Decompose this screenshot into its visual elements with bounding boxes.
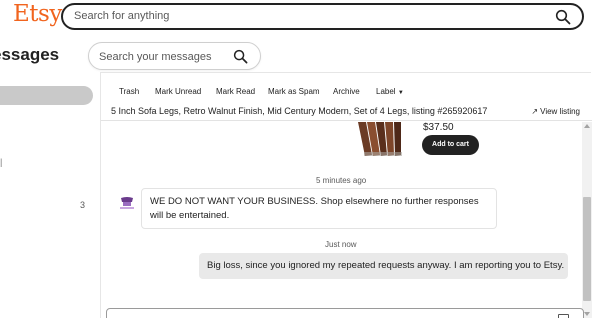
unread-count-badge: 3 xyxy=(80,200,86,210)
message-toolbar: Trash Mark Unread Mark Read Mark as Spam… xyxy=(101,73,592,97)
site-search-input[interactable]: Search for anything xyxy=(61,3,584,30)
listing-header: 5 Inch Sofa Legs, Retro Walnut Finish, M… xyxy=(101,97,592,121)
scroll-up-arrow[interactable] xyxy=(584,124,590,128)
page-title: essages xyxy=(0,45,60,64)
message-timestamp: Just now xyxy=(325,240,357,249)
etsy-logo[interactable]: Etsy xyxy=(13,1,62,27)
site-search-placeholder: Search for anything xyxy=(74,10,170,22)
mark-spam-button[interactable]: Mark as Spam xyxy=(268,87,320,96)
message-search-input[interactable]: Search your messages xyxy=(88,42,261,70)
sidebar-item-marker: | xyxy=(0,157,3,167)
received-message: WE DO NOT WANT YOUR BUSINESS. Shop elsew… xyxy=(141,188,497,229)
message-timestamp: 5 minutes ago xyxy=(316,176,367,185)
view-listing-link[interactable]: ↗ View listing xyxy=(531,107,580,116)
add-to-cart-button[interactable]: Add to cart xyxy=(422,135,479,155)
image-icon[interactable] xyxy=(558,314,569,318)
listing-price: $37.50 xyxy=(423,122,454,133)
message-thread: $37.50 Add to cart 5 minutes ago WE DO N… xyxy=(101,122,582,318)
listing-title[interactable]: 5 Inch Sofa Legs, Retro Walnut Finish, M… xyxy=(111,106,487,116)
sent-message: Big loss, since you ignored my repeated … xyxy=(199,253,568,279)
view-listing-label: View listing xyxy=(540,107,580,116)
conversation-panel: Trash Mark Unread Mark Read Mark as Spam… xyxy=(100,72,592,318)
scrollbar-thumb[interactable] xyxy=(583,197,591,301)
message-search-placeholder: Search your messages xyxy=(99,51,212,63)
product-image[interactable] xyxy=(352,122,408,157)
trash-button[interactable]: Trash xyxy=(119,87,139,96)
external-link-icon: ↗ xyxy=(531,107,539,116)
shop-logo-avatar[interactable] xyxy=(118,195,136,212)
archive-button[interactable]: Archive xyxy=(333,87,360,96)
search-icon[interactable] xyxy=(555,9,571,25)
label-dropdown[interactable]: Label ▼ xyxy=(376,87,404,96)
message-compose-input[interactable] xyxy=(106,308,584,318)
thread-scrollbar[interactable] xyxy=(582,122,592,318)
scroll-down-arrow[interactable] xyxy=(584,312,590,316)
sidebar-item-active[interactable] xyxy=(0,86,93,105)
search-icon[interactable] xyxy=(233,49,248,64)
label-dropdown-text: Label xyxy=(376,87,396,96)
mark-read-button[interactable]: Mark Read xyxy=(216,87,255,96)
chevron-down-icon: ▼ xyxy=(397,90,404,96)
mark-unread-button[interactable]: Mark Unread xyxy=(155,87,201,96)
